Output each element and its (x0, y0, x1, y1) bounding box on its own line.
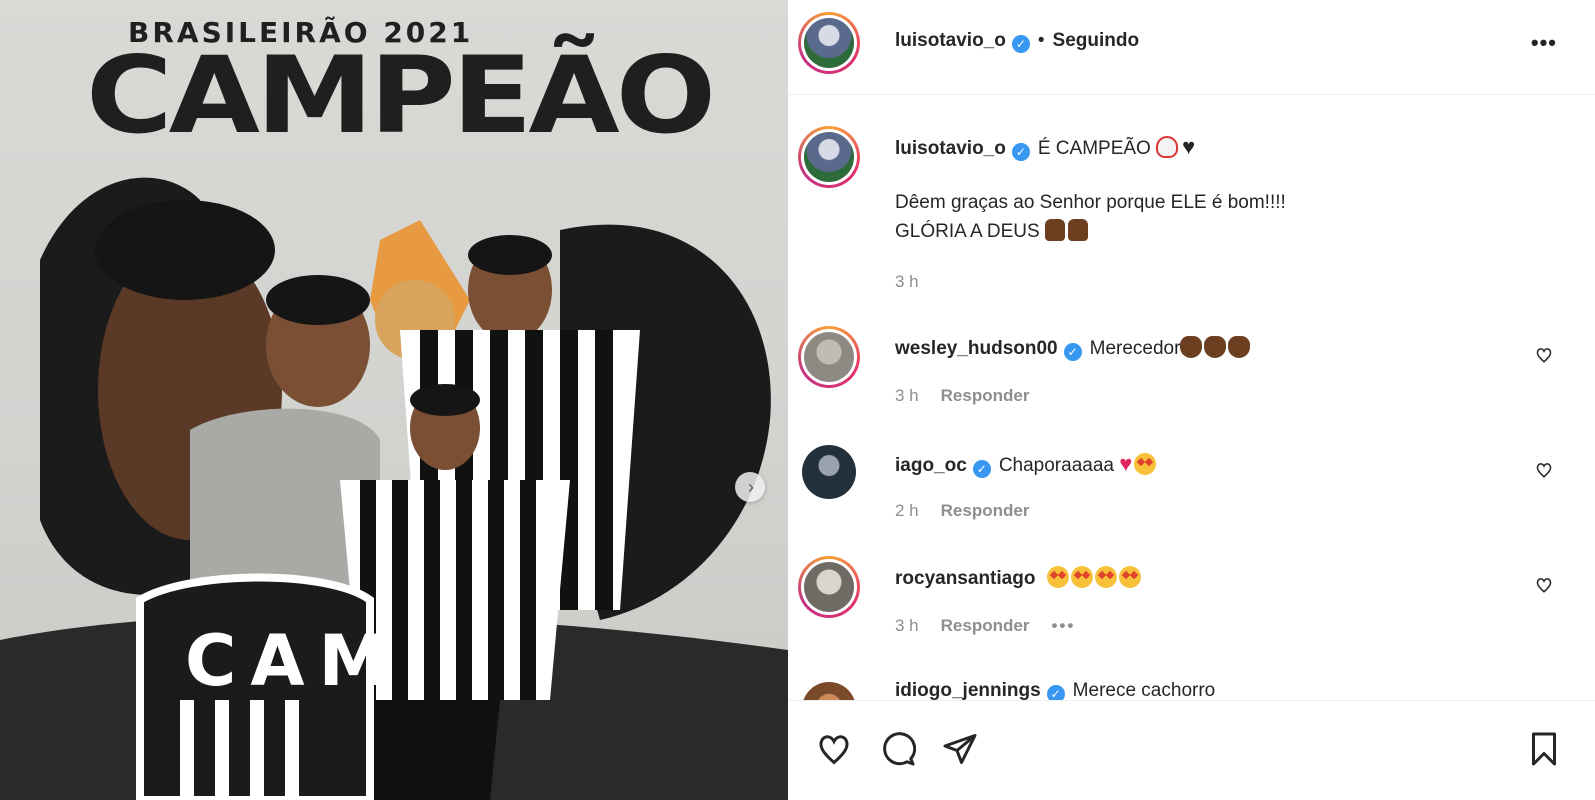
comment-meta: 3 h Responder (895, 386, 1051, 406)
chevron-right-icon: › (748, 477, 754, 497)
comment-username[interactable]: wesley_hudson00 (895, 338, 1058, 359)
black-heart-icon: ♥ (1182, 134, 1196, 159)
comment-item: iago_oc ✓ Chaporaaaaa ♥ 2 h Responder (788, 441, 1595, 551)
reply-button[interactable]: Responder (941, 501, 1030, 520)
comment-time[interactable]: 3 h (895, 616, 919, 635)
like-comment-heart-icon[interactable] (1535, 576, 1553, 594)
comment-options-icon[interactable]: ••• (1051, 616, 1075, 635)
comment-avatar[interactable] (798, 326, 860, 388)
star-struck-emoji-icon (1094, 566, 1117, 588)
caption-avatar[interactable] (798, 126, 860, 188)
praying-hands-icon (1044, 219, 1065, 241)
caption-line: luisotavio_o ✓ É CAMPEÃO ♥ (895, 134, 1195, 161)
comment-item: wesley_hudson00 ✓ Merecedor 3 h Responder (788, 326, 1595, 436)
caption-meta: 3 h (895, 272, 941, 292)
like-comment-heart-icon[interactable] (1535, 461, 1553, 479)
caption-line-3-wrap: GLÓRIA A DEUS (895, 217, 1091, 246)
caption-username[interactable]: luisotavio_o (895, 138, 1006, 159)
comment-line: idiogo_jennings ✓ Merece cachorro (895, 680, 1215, 700)
header-user-line: luisotavio_o ✓ • Seguindo (895, 30, 1139, 53)
raised-hands-icon (1067, 219, 1088, 241)
star-struck-emoji-icon (1118, 566, 1141, 588)
post-actions-bar (788, 700, 1595, 800)
clap-emoji-icon (1228, 336, 1251, 358)
bookmark-icon[interactable] (1526, 731, 1562, 767)
comment-icon[interactable] (880, 731, 916, 767)
comment-avatar[interactable] (802, 682, 856, 700)
post-header: luisotavio_o ✓ • Seguindo ••• (788, 0, 1595, 95)
reply-button[interactable]: Responder (941, 386, 1030, 405)
verified-badge-icon: ✓ (1011, 143, 1030, 161)
star-struck-emoji-icon (1134, 453, 1157, 475)
verified-badge-icon: ✓ (972, 460, 991, 478)
verified-badge-icon: ✓ (1046, 685, 1065, 700)
media-title: CAMPEÃO (86, 33, 716, 158)
comment-username[interactable]: iago_oc (895, 455, 967, 476)
comment-text: Merece cachorro (1072, 680, 1216, 700)
caption-line-3: GLÓRIA A DEUS (895, 221, 1040, 242)
send-icon[interactable] (942, 731, 978, 767)
star-struck-emoji-icon (1070, 566, 1093, 588)
verified-badge-icon: ✓ (1011, 35, 1030, 53)
carousel-next-button[interactable]: › (735, 472, 765, 502)
caption-line-2: Dêem graças ao Senhor porque ELE é bom!!… (895, 192, 1286, 213)
clap-emoji-icon (1180, 336, 1203, 358)
like-comment-heart-icon[interactable] (1535, 346, 1553, 364)
comment-line: wesley_hudson00 ✓ Merecedor (895, 336, 1252, 361)
comment-avatar[interactable] (798, 556, 860, 618)
clap-emoji-icon (1204, 336, 1227, 358)
rooster-emoji-icon (1156, 136, 1179, 158)
more-horizontal-icon[interactable]: ••• (1531, 30, 1557, 56)
comment-meta: 2 h Responder (895, 501, 1051, 521)
comment-text: Chaporaaaaa (998, 455, 1114, 476)
post-image[interactable]: BRASILEIRÃO 2021 CAMPEÃO CAM › (0, 0, 788, 800)
heart-icon[interactable] (816, 731, 852, 767)
red-heart-icon: ♥ (1119, 451, 1133, 476)
header-separator: • (1037, 30, 1045, 51)
comment-text: Merecedor (1089, 338, 1181, 359)
comment-username[interactable]: rocyansantiago (895, 568, 1035, 589)
caption-time[interactable]: 3 h (895, 272, 919, 291)
comment-username[interactable]: idiogo_jennings (895, 680, 1041, 700)
reply-button[interactable]: Responder (941, 616, 1030, 635)
verified-badge-icon: ✓ (1063, 343, 1082, 361)
comments-section[interactable]: luisotavio_o ✓ É CAMPEÃO ♥ Dêem graças ao … (788, 96, 1595, 700)
post-details-panel: luisotavio_o ✓ • Seguindo ••• luisotavio_o ✓… (788, 0, 1595, 800)
caption-text: É CAMPEÃO (1037, 138, 1151, 159)
comment-line: rocyansantiago (895, 566, 1143, 590)
comment-line: iago_oc ✓ Chaporaaaaa ♥ (895, 451, 1158, 478)
comment-item-partial: idiogo_jennings ✓ Merece cachorro (788, 680, 1595, 700)
comment-avatar[interactable] (802, 445, 856, 499)
comment-time[interactable]: 2 h (895, 501, 919, 520)
following-button[interactable]: Seguindo (1053, 30, 1140, 51)
comment-meta: 3 h Responder ••• (895, 616, 1097, 636)
comment-time[interactable]: 3 h (895, 386, 919, 405)
author-avatar[interactable] (798, 12, 860, 74)
star-struck-emoji-icon (1046, 566, 1069, 588)
comment-item: rocyansantiago 3 h Responder ••• (788, 556, 1595, 666)
shield-text: CAM (185, 620, 403, 702)
author-username[interactable]: luisotavio_o (895, 30, 1006, 51)
